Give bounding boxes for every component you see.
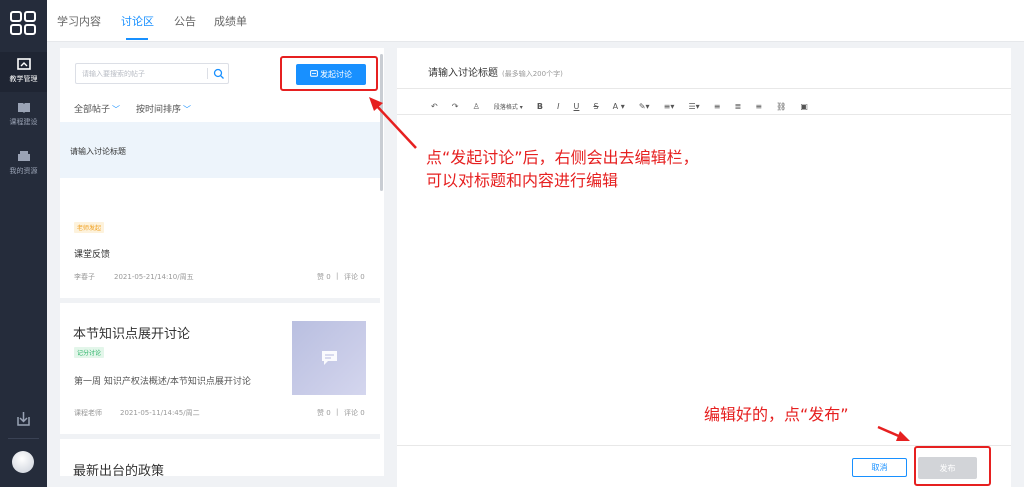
annotation-text: 可以对标题和内容进行编辑 — [426, 171, 619, 190]
export-icon[interactable] — [15, 410, 32, 427]
logo-icon[interactable] — [9, 10, 37, 36]
editor-toolbar: ↶ ↷ ♙ 段落格式 ▾ B I U S A ▾ ✎▾ ≡▾ ☰▾ ≡ ≣ ≡ … — [431, 96, 817, 111]
teaching-icon — [16, 58, 31, 70]
image-icon[interactable]: ▣ — [800, 102, 808, 111]
format-painter-icon[interactable]: ♙ — [473, 102, 480, 111]
link-icon[interactable]: ⛓ — [776, 102, 786, 111]
strikethrough-button[interactable]: S — [594, 102, 599, 111]
tab-grades[interactable]: 成绩单 — [214, 13, 247, 29]
active-tab-indicator — [126, 38, 148, 40]
post-body: 第一周 知识产权法概述/本节知识点展开讨论 — [74, 377, 251, 387]
align-right-icon[interactable]: ≡ — [755, 102, 762, 111]
sidebar-item-label: 我的资源 — [9, 167, 38, 175]
highlight-box-publish — [914, 446, 991, 486]
ordered-list-icon: ≡ — [663, 102, 671, 111]
tab-announcement[interactable]: 公告 — [174, 13, 196, 29]
search-input[interactable] — [82, 66, 202, 81]
book-icon — [17, 103, 30, 113]
sidebar-item-label: 教学管理 — [9, 75, 38, 83]
discussion-list-panel: 发起讨论 全部帖子﹀ 按时间排序﹀ 请输入讨论标题 老师发起 课堂反馈 李春子 … — [60, 48, 384, 476]
unordered-list-button[interactable]: ☰▾ — [688, 102, 699, 111]
align-center-icon[interactable]: ≣ — [735, 102, 742, 111]
scrollbar[interactable] — [380, 54, 383, 191]
post-time: 2021-05-21/14:10/周五 — [114, 273, 194, 281]
chat-icon — [322, 351, 337, 365]
post-likes[interactable]: 赞 0 — [317, 408, 331, 418]
post-comments[interactable]: 评论 0 — [344, 272, 365, 282]
search-separator — [207, 68, 208, 79]
unordered-list-icon: ☰ — [688, 102, 696, 111]
avatar[interactable] — [12, 451, 34, 473]
highlight-box-start-discussion — [280, 56, 378, 91]
sidebar: 教学管理 课程建设 我的资源 — [0, 0, 47, 487]
post-title: 最新出台的政策 — [73, 464, 165, 476]
align-left-icon[interactable]: ≡ — [714, 102, 721, 111]
top-nav: 学习内容 讨论区 公告 成绩单 — [47, 0, 1024, 42]
editor-title-input[interactable]: 请输入讨论标题 (最多输入200个字) — [428, 64, 563, 79]
tab-learning-content[interactable]: 学习内容 — [57, 13, 101, 29]
undo-icon[interactable]: ↶ — [431, 102, 438, 111]
post-author: 课程老师 — [74, 409, 102, 417]
ordered-list-button[interactable]: ≡▾ — [664, 102, 675, 111]
editor-title-placeholder: 请输入讨论标题 — [428, 68, 498, 79]
meta-separator: | — [336, 272, 339, 280]
redo-icon[interactable]: ↷ — [452, 102, 459, 111]
post-comments[interactable]: 评论 0 — [344, 408, 365, 418]
chevron-down-icon: ﹀ — [183, 105, 192, 114]
list-divider — [60, 434, 380, 439]
post-thumbnail[interactable] — [292, 321, 366, 395]
search-icon[interactable] — [213, 68, 225, 80]
paragraph-format-label: 段落格式 — [493, 104, 518, 111]
post-author: 李春子 — [74, 273, 95, 281]
sidebar-item-teaching[interactable]: 教学管理 — [0, 52, 47, 92]
underline-button[interactable]: U — [574, 102, 580, 111]
filter-category-label: 全部帖子 — [74, 105, 111, 115]
annotation-publish-hint: 编辑好的，点“发布” — [704, 405, 849, 424]
filter-sort-label: 按时间排序 — [136, 105, 182, 115]
filter-category[interactable]: 全部帖子 ﹀ — [74, 102, 120, 115]
filter-sort[interactable]: 按时间排序 ﹀ — [136, 102, 191, 115]
box-icon — [17, 151, 30, 161]
annotation-text: 点“发起讨论”后，右侧会出去编辑栏， — [426, 148, 699, 167]
font-color-button[interactable]: A ▾ — [613, 102, 625, 111]
post-title: 课堂反馈 — [74, 250, 111, 260]
sidebar-item-course[interactable]: 课程建设 — [0, 101, 47, 135]
editor-divider — [397, 88, 1011, 89]
chevron-down-icon: ﹀ — [112, 105, 121, 114]
tab-discussion[interactable]: 讨论区 — [121, 13, 154, 29]
graded-discussion-badge: 记分讨论 — [74, 347, 105, 358]
list-divider — [60, 298, 380, 303]
post-time: 2021-05-11/14:45/周二 — [120, 409, 200, 417]
draft-discussion-item[interactable]: 请输入讨论标题 — [60, 122, 380, 178]
sidebar-divider — [8, 438, 39, 439]
highlight-icon[interactable]: ✎▾ — [639, 102, 650, 111]
editor-title-hint: (最多输入200个字) — [502, 70, 563, 78]
bold-button[interactable]: B — [537, 102, 543, 111]
draft-title: 请输入讨论标题 — [70, 147, 126, 156]
post-title: 本节知识点展开讨论 — [73, 327, 191, 342]
post-likes[interactable]: 赞 0 — [317, 272, 331, 282]
cancel-button[interactable]: 取消 — [852, 458, 907, 477]
sidebar-item-resources[interactable]: 我的资源 — [0, 150, 47, 184]
sidebar-item-label: 课程建设 — [9, 118, 38, 126]
font-color-label: A — [612, 102, 619, 111]
search-box — [75, 63, 229, 84]
paragraph-format-select[interactable]: 段落格式 ▾ — [494, 102, 523, 111]
teacher-started-badge: 老师发起 — [74, 222, 105, 233]
meta-separator: | — [336, 408, 339, 416]
italic-button[interactable]: I — [557, 102, 559, 111]
